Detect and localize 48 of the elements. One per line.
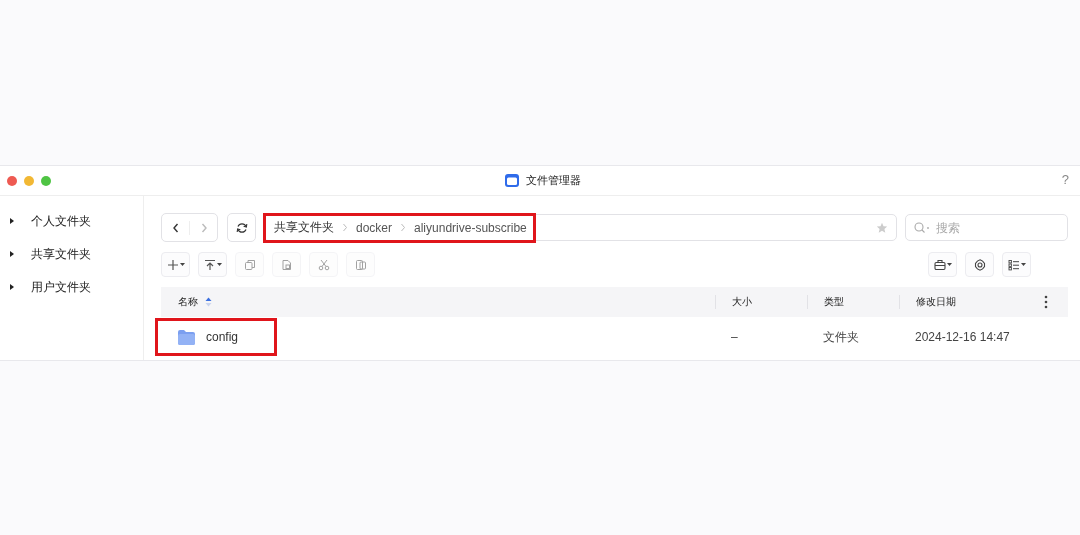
minimize-button[interactable] — [24, 175, 34, 186]
column-header[interactable]: 名称 — [161, 295, 715, 309]
column-header[interactable]: 大小 — [715, 295, 807, 309]
plus-icon — [166, 258, 179, 271]
scissors-icon — [317, 258, 330, 271]
breadcrumb-link[interactable]: aliyundrive-subscribe — [414, 220, 527, 235]
maximize-button[interactable] — [41, 175, 51, 186]
help-button[interactable]: ? — [1061, 172, 1069, 187]
table-cell: 2024-12-16 14:47 — [915, 330, 1010, 344]
settings-button[interactable] — [965, 252, 994, 277]
refresh-button[interactable] — [227, 213, 256, 242]
copy-icon — [243, 258, 256, 271]
settings-icon — [973, 258, 986, 271]
breadcrumb-link[interactable]: docker — [356, 220, 393, 235]
column-header[interactable]: 类型 — [807, 295, 899, 309]
sidebar-item[interactable]: 用户文件夹 — [0, 276, 143, 298]
sidebar-item[interactable]: 共享文件夹 — [0, 243, 143, 265]
upload-icon — [203, 258, 216, 271]
folder-icon — [505, 174, 519, 187]
more-options-icon[interactable] — [1044, 295, 1048, 309]
search-field[interactable]: 搜索 — [905, 214, 1068, 241]
folder-icon — [178, 329, 195, 345]
forward-icon — [199, 222, 208, 233]
chevron-icon — [400, 223, 407, 232]
list-view-icon — [1007, 258, 1020, 271]
chevron-icon — [342, 223, 348, 232]
dropdown-caret-icon — [1020, 263, 1026, 266]
dropdown-caret-icon — [216, 263, 222, 266]
path-bar[interactable]: 共享文件夹 docker aliyundrive-subscribe — [263, 214, 897, 241]
dropdown-caret-icon — [946, 263, 952, 266]
list-view-button[interactable] — [1002, 252, 1031, 277]
paste-icon — [280, 258, 293, 271]
star-icon[interactable] — [876, 221, 888, 234]
sidebar-item[interactable]: 个人文件夹 — [0, 210, 143, 232]
dropdown-caret-icon — [179, 263, 185, 266]
breadcrumb-link[interactable]: 共享文件夹 — [274, 219, 334, 236]
move-icon — [354, 258, 367, 271]
briefcase-button[interactable] — [928, 252, 957, 277]
refresh-icon — [235, 221, 248, 234]
close-button[interactable] — [7, 175, 17, 186]
window-title: 文件管理器 — [526, 173, 581, 188]
upload-button[interactable] — [198, 252, 227, 277]
file-name-cell[interactable]: config — [155, 318, 277, 356]
plus-button[interactable] — [161, 252, 190, 277]
table-cell: 文件夹 — [823, 329, 859, 344]
table-cell: – — [731, 330, 738, 344]
back-icon — [171, 222, 180, 233]
briefcase-icon — [933, 258, 946, 271]
